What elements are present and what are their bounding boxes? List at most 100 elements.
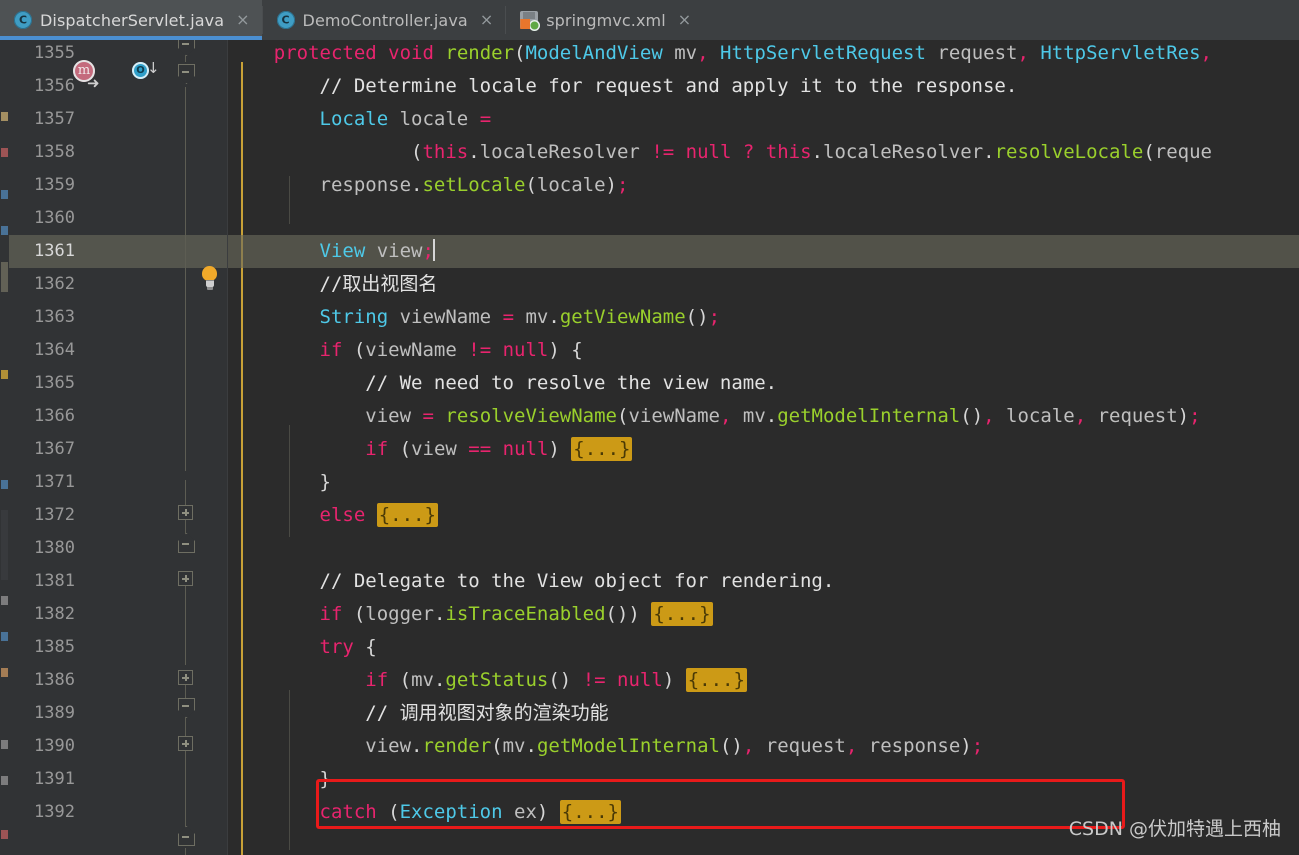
line-number[interactable]: 1357: [9, 103, 75, 136]
code-token: mv: [525, 306, 549, 328]
close-icon[interactable]: ×: [678, 12, 691, 28]
code-token: view: [376, 240, 423, 262]
fold-guide-line: [185, 585, 186, 665]
code-token: // Determine locale for request and appl…: [228, 75, 1018, 97]
code-token: mv: [674, 42, 698, 64]
intention-lightbulb-icon[interactable]: [201, 266, 218, 287]
code-token: ): [1177, 405, 1190, 427]
code-line[interactable]: Locale locale =: [228, 103, 492, 136]
code-line[interactable]: if (view == null) {...}: [228, 433, 633, 466]
code-token: // We need to resolve the view name.: [228, 372, 778, 394]
folded-code-block[interactable]: {...}: [651, 602, 713, 626]
code-token: (: [1143, 141, 1155, 163]
code-line[interactable]: catch (Exception ex) {...}: [228, 796, 621, 829]
line-number[interactable]: 1361: [9, 235, 75, 268]
code-line[interactable]: view.render(mv.getModelInternal(), reque…: [228, 730, 983, 763]
code-token: =: [422, 405, 434, 427]
code-line[interactable]: View view;: [228, 235, 435, 268]
fold-marker-expand[interactable]: [178, 670, 193, 685]
tab-democontroller-java[interactable]: DemoController.java ×: [262, 0, 506, 40]
editor-tab-bar: DispatcherServlet.java × DemoController.…: [0, 0, 1299, 40]
code-line[interactable]: response.setLocale(locale);: [228, 169, 629, 202]
code-line[interactable]: else {...}: [228, 499, 438, 532]
line-number[interactable]: 1389: [9, 697, 75, 730]
line-number[interactable]: 1391: [9, 763, 75, 796]
java-class-icon: [14, 11, 32, 29]
code-token: request: [1097, 405, 1178, 427]
line-number[interactable]: 1364: [9, 334, 75, 367]
code-token: (: [376, 801, 400, 823]
line-number[interactable]: 1382: [9, 598, 75, 631]
code-line[interactable]: String viewName = mv.getViewName();: [228, 301, 721, 334]
code-line[interactable]: if (mv.getStatus() != null) {...}: [228, 664, 747, 697]
code-line[interactable]: // 调用视图对象的渲染功能: [228, 697, 608, 730]
code-token: ): [960, 735, 972, 757]
code-line[interactable]: }: [228, 466, 331, 499]
line-number[interactable]: 1392: [9, 796, 75, 829]
tab-dispatcherservlet-java[interactable]: DispatcherServlet.java ×: [0, 0, 262, 40]
code-line[interactable]: // We need to resolve the view name.: [228, 367, 777, 400]
code-token: getModelInternal: [777, 405, 961, 427]
code-token: HttpServletRes: [1040, 42, 1201, 64]
code-line[interactable]: // Delegate to the View object for rende…: [228, 565, 835, 598]
code-line[interactable]: if (viewName != null) {: [228, 334, 583, 367]
folded-code-block[interactable]: {...}: [559, 800, 621, 824]
code-token: .: [811, 141, 823, 163]
folded-code-block[interactable]: {...}: [376, 503, 438, 527]
line-number[interactable]: 1367: [9, 433, 75, 466]
line-number[interactable]: 1386: [9, 664, 75, 697]
close-icon[interactable]: ×: [480, 12, 493, 28]
code-line[interactable]: (this.localeResolver != null ? this.loca…: [228, 136, 1212, 169]
code-token: ,: [742, 735, 755, 757]
code-line[interactable]: view = resolveViewName(viewName, mv.getM…: [228, 400, 1201, 433]
line-number[interactable]: 1355: [9, 40, 75, 70]
watermark-text: CSDN @伏加特遇上西柚: [1068, 818, 1281, 840]
line-number[interactable]: 1371: [9, 466, 75, 499]
code-line[interactable]: // Determine locale for request and appl…: [228, 70, 1018, 103]
code-token: (): [548, 669, 572, 691]
code-token: =: [479, 108, 492, 130]
code-text-area[interactable]: protected void render(ModelAndView mv, H…: [228, 40, 1299, 855]
code-token: protected: [273, 42, 377, 64]
code-editor[interactable]: 1355 1356 1357 1358 1359 1360 1361 1362 1363 1364…: [9, 40, 1299, 855]
editor-gutter[interactable]: 1355 1356 1357 1358 1359 1360 1361 1362 1363 1364…: [9, 40, 227, 855]
fold-marker-expand[interactable]: [178, 736, 193, 751]
line-number[interactable]: 1372: [9, 499, 75, 532]
code-line[interactable]: }: [228, 763, 331, 796]
folded-code-block[interactable]: {...}: [571, 437, 633, 461]
code-token: ;: [1189, 405, 1201, 427]
close-icon[interactable]: ×: [236, 12, 249, 28]
line-number[interactable]: 1380: [9, 532, 75, 565]
tab-label: springmvc.xml: [546, 10, 666, 30]
folded-code-block[interactable]: {...}: [685, 668, 747, 692]
line-number[interactable]: 1360: [9, 202, 75, 235]
line-number[interactable]: 1365: [9, 367, 75, 400]
line-number[interactable]: 1363: [9, 301, 75, 334]
line-number[interactable]: 1366: [9, 400, 75, 433]
line-number[interactable]: 1358: [9, 136, 75, 169]
code-token: .: [525, 735, 537, 757]
line-number[interactable]: 1359: [9, 169, 75, 202]
code-token: if: [365, 669, 389, 691]
code-line[interactable]: protected void render(ModelAndView mv, H…: [228, 40, 1212, 70]
code-line[interactable]: try {: [228, 631, 377, 664]
fold-marker-expand[interactable]: [178, 571, 193, 586]
line-number[interactable]: 1381: [9, 565, 75, 598]
tab-springmvc-xml[interactable]: springmvc.xml ×: [506, 0, 704, 40]
implementation-arrow-icon: ↓: [147, 59, 160, 77]
line-number[interactable]: 1356: [9, 70, 75, 103]
line-number[interactable]: 1390: [9, 730, 75, 763]
line-number[interactable]: 1385: [9, 631, 75, 664]
code-line[interactable]: if (logger.isTraceEnabled()) {...}: [228, 598, 713, 631]
code-line[interactable]: //取出视图名: [228, 268, 438, 301]
code-token: render: [445, 42, 515, 64]
code-token: ,: [1074, 405, 1087, 427]
fold-marker-expand[interactable]: [178, 505, 193, 520]
line-number[interactable]: 1362: [9, 268, 75, 301]
